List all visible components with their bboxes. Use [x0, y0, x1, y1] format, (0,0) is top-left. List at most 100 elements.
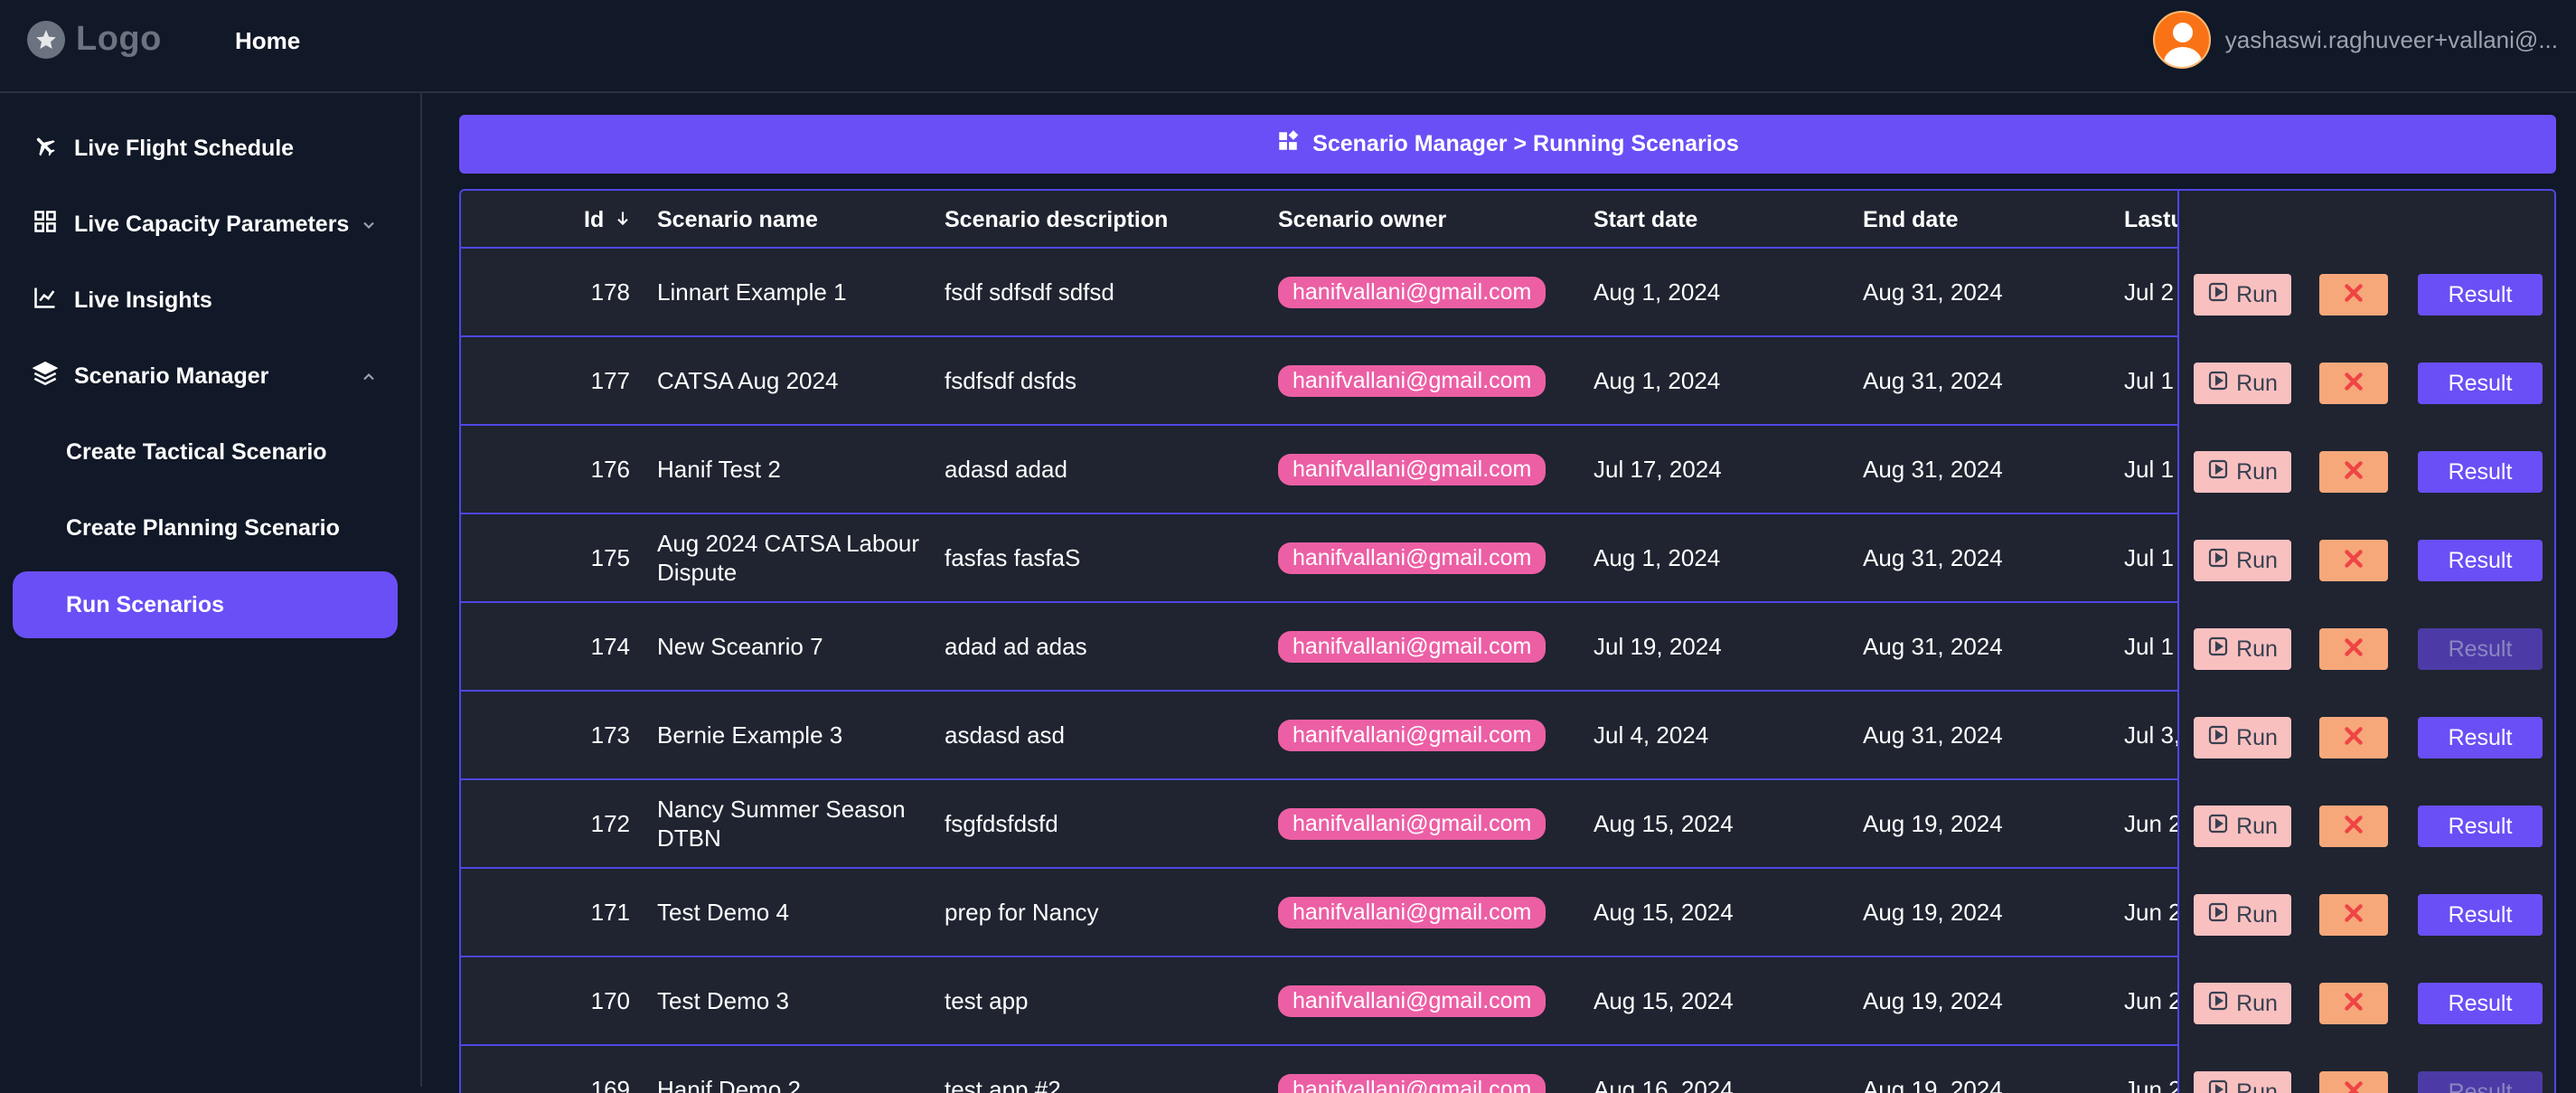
sidebar-item-create-tactical-scenario[interactable]: Create Tactical Scenario — [13, 419, 398, 485]
result-button[interactable]: Result — [2418, 894, 2543, 936]
delete-button[interactable] — [2319, 983, 2388, 1024]
cell-scenario-owner: hanifvallani@gmail.com — [1278, 249, 1546, 335]
row-actions: Run Result — [2179, 603, 2556, 690]
sidebar-item-label: Live Flight Schedule — [74, 136, 294, 162]
cell-end-date: Aug 19, 2024 — [1863, 869, 2003, 956]
cell-last-updated: Jul 2 — [2124, 249, 2178, 335]
column-header-scenario-name[interactable]: Scenario name — [657, 191, 818, 249]
page-title: Scenario Manager > Running Scenarios — [1312, 131, 1739, 157]
column-header-id[interactable]: Id — [584, 191, 632, 249]
avatar[interactable] — [2153, 11, 2211, 69]
owner-badge: hanifvallani@gmail.com — [1278, 1074, 1546, 1093]
airplane-icon — [33, 133, 58, 165]
result-button[interactable]: Result — [2418, 540, 2543, 581]
run-button[interactable]: Run — [2194, 894, 2291, 936]
result-button[interactable]: Result — [2418, 717, 2543, 759]
run-button-label: Run — [2236, 814, 2278, 840]
row-actions: Run Result — [2179, 337, 2556, 424]
cell-scenario-name: Test Demo 3 — [657, 957, 937, 1044]
cell-scenario-name: Hanif Demo 2 — [657, 1046, 937, 1093]
delete-button[interactable] — [2319, 894, 2388, 936]
row-actions: Run Result — [2179, 426, 2556, 513]
sidebar-item-run-scenarios[interactable]: Run Scenarios — [13, 571, 398, 638]
result-button[interactable]: Result — [2418, 806, 2543, 847]
cell-start-date: Aug 1, 2024 — [1594, 514, 1720, 601]
result-button[interactable]: Result — [2418, 983, 2543, 1024]
cell-end-date: Aug 31, 2024 — [1863, 337, 2003, 424]
cell-scenario-name: New Sceanrio 7 — [657, 603, 937, 690]
cell-scenario-owner: hanifvallani@gmail.com — [1278, 603, 1546, 690]
logo[interactable]: Logo — [27, 20, 162, 59]
delete-button[interactable] — [2319, 363, 2388, 404]
cell-start-date: Jul 4, 2024 — [1594, 692, 1708, 778]
chevron-up-icon[interactable] — [360, 366, 378, 392]
delete-button[interactable] — [2319, 274, 2388, 316]
owner-badge: hanifvallani@gmail.com — [1278, 985, 1546, 1017]
column-header-start-date[interactable]: Start date — [1594, 191, 1697, 249]
row-actions: Run Result — [2179, 869, 2556, 956]
sidebar-item-live-flight-schedule[interactable]: Live Flight Schedule — [13, 115, 398, 182]
owner-badge: hanifvallani@gmail.com — [1278, 631, 1546, 663]
run-button-label: Run — [2236, 1079, 2278, 1093]
page-banner: Scenario Manager > Running Scenarios — [459, 115, 2556, 174]
cell-last-updated: Jul 1 — [2124, 603, 2178, 690]
cell-end-date: Aug 19, 2024 — [1863, 1046, 2003, 1093]
result-button[interactable]: Result — [2418, 628, 2543, 670]
sidebar-item-live-insights[interactable]: Live Insights — [13, 267, 398, 334]
play-icon — [2207, 458, 2229, 486]
chevron-down-icon[interactable] — [360, 214, 378, 240]
user-menu[interactable]: yashaswi.raghuveer+vallani@... — [2153, 11, 2558, 69]
run-button[interactable]: Run — [2194, 806, 2291, 847]
delete-button[interactable] — [2319, 806, 2388, 847]
owner-badge: hanifvallani@gmail.com — [1278, 720, 1546, 751]
close-icon — [2342, 990, 2365, 1018]
sidebar-item-label: Scenario Manager — [74, 363, 268, 390]
result-button[interactable]: Result — [2418, 363, 2543, 404]
run-button[interactable]: Run — [2194, 451, 2291, 493]
run-button[interactable]: Run — [2194, 1071, 2291, 1093]
cell-scenario-name: Nancy Summer Season DTBN — [657, 780, 937, 867]
delete-button[interactable] — [2319, 628, 2388, 670]
star-icon — [27, 21, 65, 59]
cell-scenario-name: Bernie Example 3 — [657, 692, 937, 778]
delete-button[interactable] — [2319, 540, 2388, 581]
result-button[interactable]: Result — [2418, 1071, 2543, 1093]
delete-button[interactable] — [2319, 1071, 2388, 1093]
result-button[interactable]: Result — [2418, 274, 2543, 316]
play-icon — [2207, 370, 2229, 398]
column-header-scenario-description[interactable]: Scenario description — [945, 191, 1168, 249]
cell-last-updated: Jun 2 — [2124, 957, 2178, 1044]
cell-end-date: Aug 19, 2024 — [1863, 957, 2003, 1044]
run-button[interactable]: Run — [2194, 717, 2291, 759]
home-link[interactable]: Home — [235, 27, 300, 55]
run-button[interactable]: Run — [2194, 983, 2291, 1024]
sidebar-item-live-capacity-parameters[interactable]: Live Capacity Parameters — [13, 191, 398, 258]
cell-id: 169 — [576, 1046, 630, 1093]
column-header-end-date[interactable]: End date — [1863, 191, 1959, 249]
cell-end-date: Aug 31, 2024 — [1863, 426, 2003, 513]
run-button[interactable]: Run — [2194, 363, 2291, 404]
owner-badge: hanifvallani@gmail.com — [1278, 277, 1546, 308]
cell-id: 171 — [576, 869, 630, 956]
owner-badge: hanifvallani@gmail.com — [1278, 897, 1546, 928]
close-icon — [2342, 547, 2365, 575]
close-icon — [2342, 724, 2365, 752]
cell-start-date: Aug 16, 2024 — [1594, 1046, 1734, 1093]
column-header-last-updated[interactable]: Lastu — [2124, 191, 2185, 249]
run-button[interactable]: Run — [2194, 274, 2291, 316]
run-button-label: Run — [2236, 725, 2278, 751]
sidebar-item-create-planning-scenario[interactable]: Create Planning Scenario — [13, 495, 398, 561]
delete-button[interactable] — [2319, 451, 2388, 493]
cell-scenario-description: asdasd asd — [945, 692, 1252, 778]
cell-start-date: Aug 15, 2024 — [1594, 957, 1734, 1044]
sidebar-item-scenario-manager[interactable]: Scenario Manager — [13, 343, 398, 410]
cell-scenario-owner: hanifvallani@gmail.com — [1278, 1046, 1546, 1093]
run-button[interactable]: Run — [2194, 628, 2291, 670]
cell-last-updated: Jul 3, — [2124, 692, 2178, 778]
cell-start-date: Aug 1, 2024 — [1594, 249, 1720, 335]
delete-button[interactable] — [2319, 717, 2388, 759]
run-button[interactable]: Run — [2194, 540, 2291, 581]
result-button[interactable]: Result — [2418, 451, 2543, 493]
column-header-scenario-owner[interactable]: Scenario owner — [1278, 191, 1446, 249]
cell-end-date: Aug 19, 2024 — [1863, 780, 2003, 867]
